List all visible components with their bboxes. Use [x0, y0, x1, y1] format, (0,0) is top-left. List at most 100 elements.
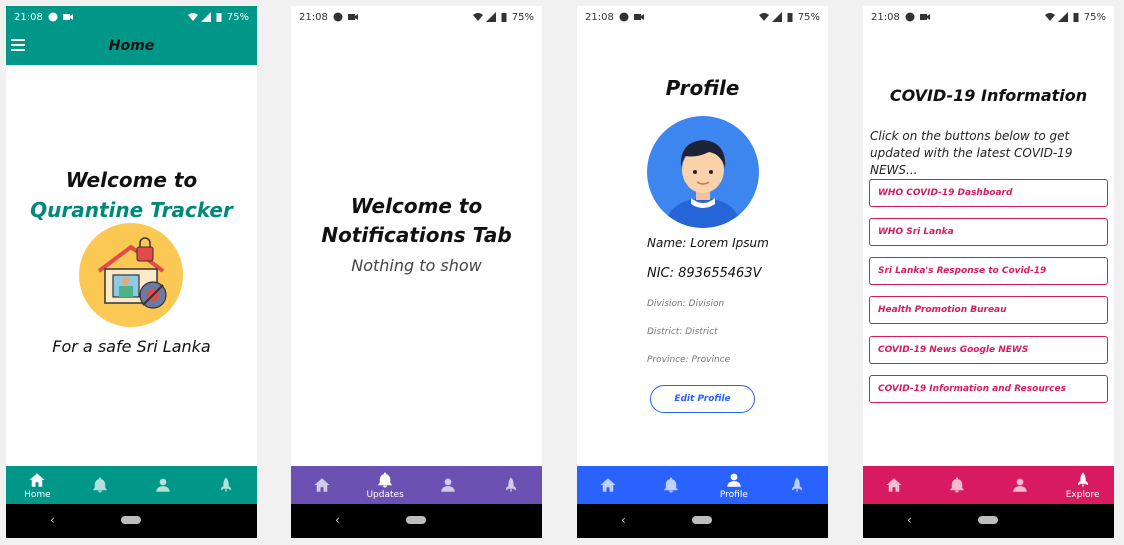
nav-home[interactable]	[863, 466, 926, 504]
signal-icon	[485, 12, 496, 22]
home-icon	[885, 476, 903, 494]
status-bar: 21:08 75%	[291, 6, 542, 28]
nav-explore-label: Explore	[1065, 489, 1100, 500]
nav-home-label: Home	[24, 489, 51, 500]
nav-explore[interactable]: Explore	[1051, 466, 1114, 504]
welcome-line2: Notifications Tab	[321, 223, 512, 247]
who-dashboard-link-button[interactable]: WHO COVID-19 Dashboard	[869, 179, 1108, 207]
profile-name: Name: Lorem Ipsum	[647, 236, 769, 250]
home-gesture-pill[interactable]	[121, 516, 141, 524]
welcome-text: Welcome to	[65, 168, 198, 192]
status-time: 21:08	[871, 11, 900, 23]
system-nav-bar: ‹	[863, 504, 1114, 538]
profile-province: Province: Province	[647, 355, 731, 365]
wifi-icon	[187, 13, 198, 21]
battery-level: 75%	[1083, 11, 1106, 23]
home-gesture-pill[interactable]	[692, 516, 712, 524]
rocket-icon	[502, 476, 520, 494]
person-icon	[154, 476, 172, 494]
home-gesture-pill[interactable]	[978, 516, 998, 524]
person-icon	[1011, 476, 1029, 494]
battery-level: 75%	[226, 11, 249, 23]
user-avatar-icon	[647, 116, 759, 228]
status-time: 21:08	[14, 11, 43, 23]
bottom-nav: Explore	[863, 466, 1114, 504]
status-time: 21:08	[585, 11, 614, 23]
explore-screen: 21:08 75% COVID-19 Information Click on …	[863, 6, 1114, 538]
nav-updates[interactable]	[926, 466, 989, 504]
tagline: For a safe Sri Lanka	[52, 337, 211, 356]
wifi-icon	[758, 13, 769, 21]
page-title: Profile	[665, 76, 740, 100]
home-icon	[28, 471, 46, 489]
rocket-icon	[788, 476, 806, 494]
wifi-icon	[1044, 13, 1055, 21]
signal-icon	[200, 12, 211, 22]
app-bar: 21:08 75% Home	[6, 6, 257, 65]
system-nav-bar: ‹	[6, 504, 257, 538]
nav-profile[interactable]: Profile	[703, 466, 766, 504]
notifications-heading: Welcome to Notifications Tab	[291, 192, 542, 250]
system-nav-bar: ‹	[577, 504, 828, 538]
nav-explore[interactable]	[765, 466, 828, 504]
nav-home[interactable]: Home	[6, 466, 69, 504]
status-bar: 21:08 75%	[6, 6, 257, 28]
bottom-nav: Home	[6, 466, 257, 504]
edit-profile-button[interactable]: Edit Profile	[650, 385, 755, 413]
nav-profile[interactable]	[417, 466, 480, 504]
battery-icon	[1073, 13, 1079, 22]
back-icon[interactable]: ‹	[50, 513, 55, 527]
bell-icon	[948, 476, 966, 494]
bottom-nav: Updates	[291, 466, 542, 504]
health-promotion-bureau-link-button[interactable]: Health Promotion Bureau	[869, 296, 1108, 324]
nav-updates[interactable]	[69, 466, 132, 504]
nav-updates-label: Updates	[366, 489, 404, 500]
profile-screen: 21:08 75% Profile Name: Lorem Ipsum NIC:…	[577, 6, 828, 538]
who-sri-lanka-link-button[interactable]: WHO Sri Lanka	[869, 218, 1108, 246]
person-icon	[439, 476, 457, 494]
video-status-icon	[62, 14, 73, 20]
profile-division: Division: Division	[647, 299, 725, 309]
bell-icon	[662, 476, 680, 494]
status-time: 21:08	[299, 11, 328, 23]
nav-home[interactable]	[577, 466, 640, 504]
rocket-icon	[217, 476, 235, 494]
nav-updates[interactable]: Updates	[354, 466, 417, 504]
video-status-icon	[919, 14, 930, 20]
nav-explore[interactable]	[479, 466, 542, 504]
nav-profile[interactable]	[989, 466, 1052, 504]
empty-state-text: Nothing to show	[351, 256, 482, 275]
sri-lanka-response-link-button[interactable]: Sri Lanka's Response to Covid-19	[869, 257, 1108, 285]
page-title: COVID-19 Information	[889, 86, 1088, 105]
app-status-icon	[905, 12, 915, 22]
intro-text: Click on the buttons below to get update…	[870, 129, 1073, 177]
signal-icon	[1057, 12, 1068, 22]
nav-home[interactable]	[291, 466, 354, 504]
person-icon	[725, 471, 743, 489]
home-gesture-pill[interactable]	[406, 516, 426, 524]
status-bar: 21:08 75%	[577, 6, 828, 28]
home-icon	[599, 476, 617, 494]
video-status-icon	[347, 14, 358, 20]
nav-explore[interactable]	[194, 466, 257, 504]
app-name: Qurantine Tracker	[30, 198, 233, 222]
battery-level: 75%	[511, 11, 534, 23]
back-icon[interactable]: ‹	[335, 513, 340, 527]
app-status-icon	[48, 12, 58, 22]
google-news-link-button[interactable]: COVID-19 News Google NEWS	[869, 336, 1108, 364]
profile-district: District: District	[647, 327, 718, 337]
signal-icon	[771, 12, 782, 22]
nav-profile[interactable]	[132, 466, 195, 504]
wifi-icon	[472, 13, 483, 21]
bell-icon	[376, 471, 394, 489]
back-icon[interactable]: ‹	[621, 513, 626, 527]
app-status-icon	[619, 12, 629, 22]
profile-nic: NIC: 893655463V	[647, 266, 762, 281]
video-status-icon	[633, 14, 644, 20]
covid-resources-link-button[interactable]: COVID-19 Information and Resources	[869, 375, 1108, 403]
battery-level: 75%	[797, 11, 820, 23]
nav-updates[interactable]	[640, 466, 703, 504]
bottom-nav: Profile	[577, 466, 828, 504]
back-icon[interactable]: ‹	[907, 513, 912, 527]
home-screen: 21:08 75% Home Welcome to Qurantine Trac…	[6, 6, 257, 538]
